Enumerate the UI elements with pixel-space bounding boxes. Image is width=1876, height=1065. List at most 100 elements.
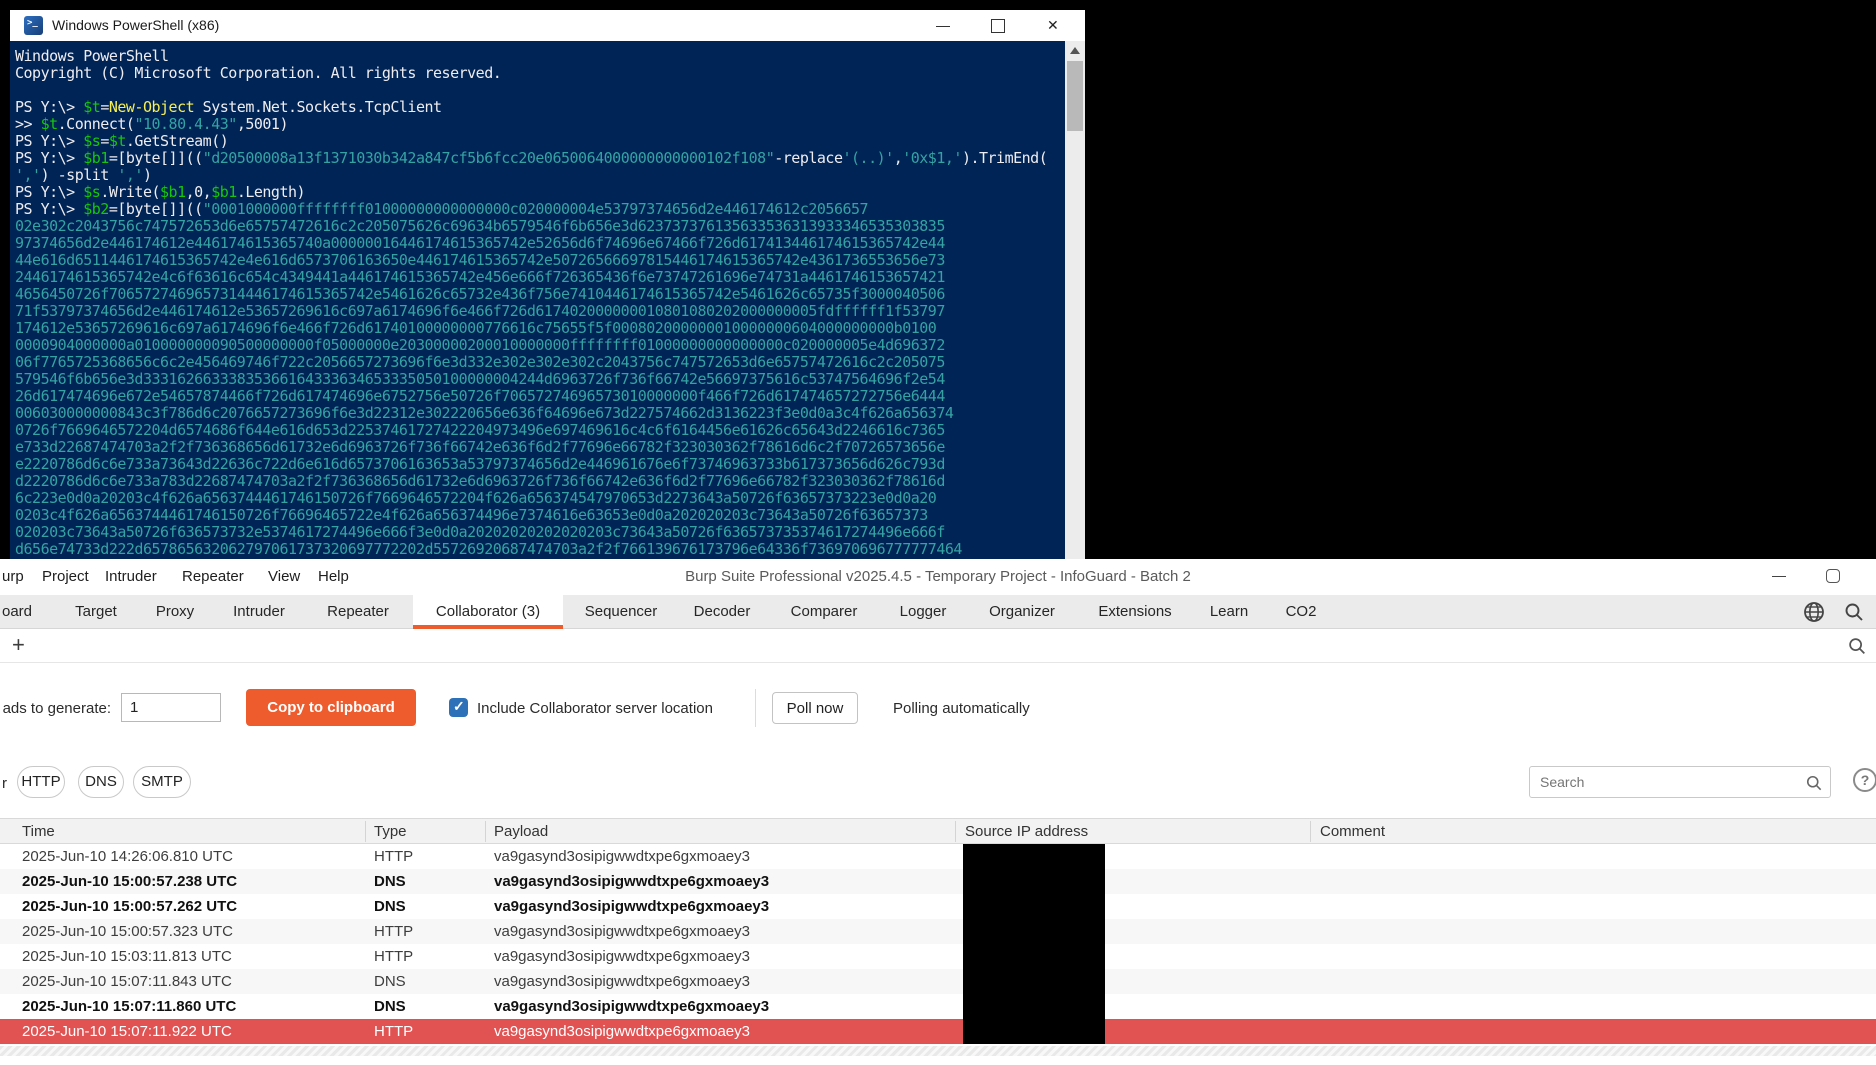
time-cell: 2025-Jun-10 15:03:11.813 UTC <box>22 944 232 969</box>
time-cell: 2025-Jun-10 15:07:11.843 UTC <box>22 969 232 994</box>
table-row[interactable]: 2025-Jun-10 15:00:57.262 UTCDNSva9gasynd… <box>0 894 1876 919</box>
powershell-console[interactable]: Windows PowerShellCopyright (C) Microsof… <box>10 41 1065 559</box>
console-line: 26d617474696e672e54657874466f726d6174746… <box>15 387 1065 404</box>
tab-collaborator-3[interactable]: Collaborator (3) <box>413 595 563 629</box>
table-row[interactable]: 2025-Jun-10 15:03:11.813 UTCHTTPva9gasyn… <box>0 944 1876 969</box>
menu-item-project[interactable]: Project <box>42 568 89 585</box>
console-line: 4656450726f70657274696573144461746153657… <box>15 285 1065 302</box>
menu-item-view[interactable]: View <box>268 568 300 585</box>
burp-main-tabs: oard Target Proxy Intruder Repeater Collabora… <box>0 595 1876 629</box>
close-icon[interactable] <box>1032 10 1076 41</box>
console-line: d656e74733d222d6578656320627970617373206… <box>15 540 1065 557</box>
console-line: 020203c73643a50726f636573732e53746172744… <box>15 523 1065 540</box>
column-separator[interactable] <box>1310 821 1311 842</box>
search-icon[interactable] <box>1842 600 1866 624</box>
maximize-icon[interactable] <box>1826 569 1840 583</box>
polling-status-text: Polling automatically <box>893 700 1030 717</box>
console-line: 006030000000843c3f786d6c2076657273696f6e… <box>15 404 1065 421</box>
console-line: 0726f7669646572204d6574686f644e616d653d2… <box>15 421 1065 438</box>
column-separator[interactable] <box>485 821 486 842</box>
maximize-icon[interactable] <box>976 10 1020 41</box>
desktop: Windows PowerShell (x86) Windows PowerSh… <box>0 0 1876 1065</box>
table-row[interactable]: 2025-Jun-10 15:07:11.860 UTCDNSva9gasynd… <box>0 994 1876 1019</box>
redaction-box <box>963 844 1105 1044</box>
burp-menubar: Burp Suite Professional v2025.4.5 - Temp… <box>0 559 1876 595</box>
copy-to-clipboard-button[interactable]: Copy to clipboard <box>246 689 416 726</box>
scrollbar-thumb[interactable] <box>1067 61 1083 131</box>
column-separator[interactable] <box>955 821 956 842</box>
globe-icon[interactable] <box>1802 600 1826 624</box>
powershell-titlebar[interactable]: Windows PowerShell (x86) <box>10 10 1085 41</box>
menu-item-repeater[interactable]: Repeater <box>182 568 244 585</box>
poll-now-button[interactable]: Poll now <box>772 692 858 724</box>
tab-comparer[interactable]: Comparer <box>775 595 873 629</box>
tab-sequencer[interactable]: Sequencer <box>570 595 672 629</box>
horizontal-scrollbar[interactable] <box>0 1046 1876 1056</box>
payload-cell: va9gasynd3osipigwwdtxpe6gxmoaey3 <box>494 869 769 894</box>
tab-organizer[interactable]: Organizer <box>972 595 1072 629</box>
column-header-comment[interactable]: Comment <box>1320 823 1385 840</box>
search-box <box>1529 766 1831 798</box>
type-cell: DNS <box>374 994 406 1019</box>
tab-intruder[interactable]: Intruder <box>216 595 302 629</box>
menu-item-help[interactable]: Help <box>318 568 349 585</box>
console-line: 579546f6b656e3d3331626633383536616433363… <box>15 370 1065 387</box>
table-row[interactable]: 2025-Jun-10 14:26:06.810 UTCHTTPva9gasyn… <box>0 844 1876 869</box>
console-line: PS Y:\> $b2=[byte[]](("0001000000fffffff… <box>15 200 1065 217</box>
console-line: PS Y:\> $s=$t.GetStream() <box>15 132 1065 149</box>
time-cell: 2025-Jun-10 14:26:06.810 UTC <box>22 844 233 869</box>
console-line: 02e302c2043756c747572653d6e65757472616c2… <box>15 217 1065 234</box>
payloads-count-input[interactable] <box>121 693 221 722</box>
payload-cell: va9gasynd3osipigwwdtxpe6gxmoaey3 <box>494 919 750 944</box>
console-line: Copyright (C) Microsoft Corporation. All… <box>15 64 1065 81</box>
time-cell: 2025-Jun-10 15:00:57.238 UTC <box>22 869 237 894</box>
console-line: e2220786d6c6e733a73643d22636c722d6e616d6… <box>15 455 1065 472</box>
search-icon[interactable] <box>1846 635 1868 657</box>
burp-window: Burp Suite Professional v2025.4.5 - Temp… <box>0 559 1876 1065</box>
console-line: 97374656d2e446174612e446174615365740a000… <box>15 234 1065 251</box>
tab-learn[interactable]: Learn <box>1196 595 1262 629</box>
column-header-time[interactable]: Time <box>22 823 55 840</box>
payload-cell: va9gasynd3osipigwwdtxpe6gxmoaey3 <box>494 994 769 1019</box>
tab-proxy[interactable]: Proxy <box>143 595 207 629</box>
console-line: 71f53797374656d2e446174612e53657269616c6… <box>15 302 1065 319</box>
scroll-up-icon[interactable] <box>1070 47 1080 54</box>
column-header-payload[interactable]: Payload <box>494 823 548 840</box>
include-collaborator-checkbox[interactable] <box>449 698 468 717</box>
menu-item-intruder[interactable]: Intruder <box>105 568 157 585</box>
table-row[interactable]: 2025-Jun-10 15:00:57.238 UTC DNS va9gasynd… <box>0 869 1876 894</box>
column-separator[interactable] <box>365 821 366 842</box>
tabbar-icons <box>1790 600 1866 624</box>
tab-oard[interactable]: oard <box>0 595 48 629</box>
minimize-icon[interactable] <box>922 10 966 41</box>
type-cell: DNS <box>374 869 406 894</box>
minimize-icon[interactable] <box>1772 576 1786 577</box>
menu-item-urp[interactable]: urp <box>2 568 24 585</box>
console-line: >> $t.Connect("10.80.4.43",5001) <box>15 115 1065 132</box>
filter-pill-http[interactable]: HTTP <box>17 766 65 798</box>
tab-logger[interactable]: Logger <box>884 595 962 629</box>
tab-decoder[interactable]: Decoder <box>680 595 764 629</box>
filter-pill-dns[interactable]: DNS <box>78 766 124 798</box>
search-icon[interactable] <box>1804 773 1824 793</box>
console-line: 44e616d6511446174615365742e4e616d6573706… <box>15 251 1065 268</box>
help-icon[interactable]: ? <box>1853 768 1876 792</box>
console-line: 174612e53657269616c697a6174696f6e466f726… <box>15 319 1065 336</box>
column-header-source-ip-address[interactable]: Source IP address <box>965 823 1088 840</box>
console-line: 0000904000000a010000000090500000000f0500… <box>15 336 1065 353</box>
filter-pill-smtp[interactable]: SMTP <box>133 766 191 798</box>
tab-target[interactable]: Target <box>60 595 132 629</box>
payload-cell: va9gasynd3osipigwwdtxpe6gxmoaey3 <box>494 844 750 869</box>
column-header-type[interactable]: Type <box>374 823 407 840</box>
tab-co2[interactable]: CO2 <box>1270 595 1332 629</box>
table-row[interactable]: 2025-Jun-10 15:00:57.323 UTCHTTPva9gasyn… <box>0 919 1876 944</box>
tab-repeater[interactable]: Repeater <box>312 595 404 629</box>
new-tab-button[interactable]: + <box>12 632 25 658</box>
table-row[interactable]: 2025-Jun-10 15:07:11.922 UTCHTTPva9gasyn… <box>0 1019 1876 1044</box>
table-row[interactable]: 2025-Jun-10 15:07:11.843 UTCDNSva9gasynd… <box>0 969 1876 994</box>
search-input[interactable] <box>1530 767 1800 797</box>
powershell-scrollbar[interactable] <box>1065 41 1085 559</box>
tab-extensions[interactable]: Extensions <box>1083 595 1187 629</box>
console-line: 6c223e0d0a20203c4f626a656374446174615072… <box>15 489 1065 506</box>
burp-window-title: Burp Suite Professional v2025.4.5 - Temp… <box>685 568 1191 585</box>
